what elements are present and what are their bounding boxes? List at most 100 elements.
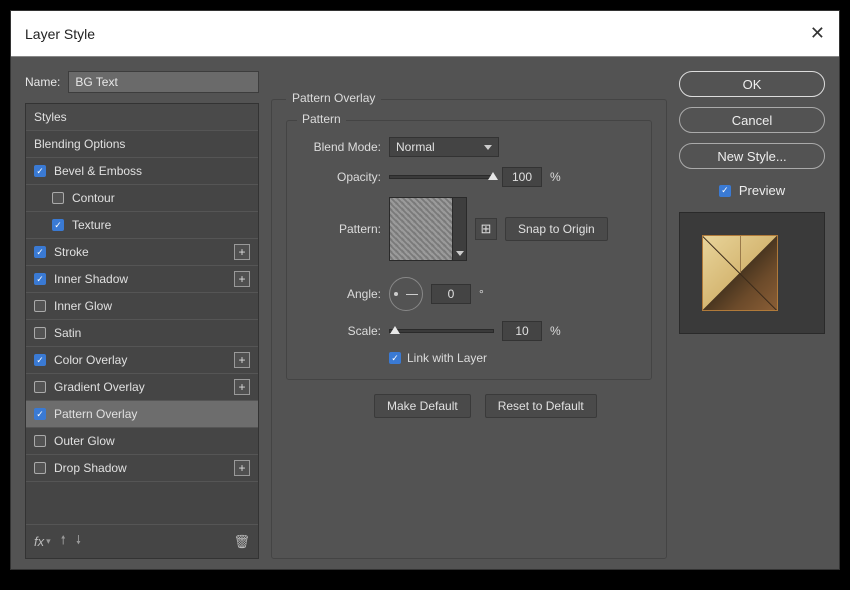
preview-checkbox[interactable] — [719, 185, 731, 197]
style-row-bevel-emboss[interactable]: Bevel & Emboss — [26, 158, 258, 185]
style-label: Drop Shadow — [54, 461, 127, 475]
snap-to-origin-button[interactable]: Snap to Origin — [505, 217, 608, 241]
style-checkbox[interactable] — [34, 462, 46, 474]
styles-header-row[interactable]: Styles — [26, 104, 258, 131]
preview-thumbnail — [702, 235, 778, 311]
style-row-texture[interactable]: Texture — [26, 212, 258, 239]
opacity-unit: % — [550, 170, 561, 184]
styles-spacer — [26, 482, 258, 524]
styles-list: Styles Blending Options Bevel & Emboss Con… — [25, 103, 259, 559]
name-row: Name: — [25, 71, 259, 93]
scale-label: Scale: — [301, 324, 381, 338]
move-up-icon[interactable]: 🠕 — [61, 531, 66, 552]
style-row-inner-glow[interactable]: Inner Glow — [26, 293, 258, 320]
opacity-input[interactable] — [502, 167, 542, 187]
reset-default-button[interactable]: Reset to Default — [485, 394, 597, 418]
add-effect-icon[interactable]: + — [234, 244, 250, 260]
scale-slider[interactable] — [389, 329, 494, 333]
link-label: Link with Layer — [407, 351, 487, 365]
link-checkbox[interactable] — [389, 352, 401, 364]
angle-label: Angle: — [301, 287, 381, 301]
fx-menu-icon[interactable]: ▾ — [46, 536, 51, 547]
pattern-picker-icon[interactable] — [453, 197, 467, 261]
name-label: Name: — [25, 75, 60, 89]
style-checkbox[interactable] — [34, 165, 46, 177]
close-icon[interactable]: ✕ — [810, 23, 825, 44]
style-label: Inner Shadow — [54, 272, 128, 286]
dialog-title: Layer Style — [25, 26, 95, 42]
add-effect-icon[interactable]: + — [234, 352, 250, 368]
style-checkbox[interactable] — [34, 435, 46, 447]
style-row-color-overlay[interactable]: Color Overlay+ — [26, 347, 258, 374]
style-row-pattern-overlay[interactable]: Pattern Overlay — [26, 401, 258, 428]
styles-header-label: Styles — [34, 110, 67, 124]
default-buttons-row: Make Default Reset to Default — [374, 394, 652, 418]
pattern-label: Pattern: — [301, 222, 381, 236]
angle-row: Angle: ° — [301, 277, 637, 311]
style-checkbox[interactable] — [34, 327, 46, 339]
fx-icon[interactable]: fx — [34, 534, 44, 549]
opacity-label: Opacity: — [301, 170, 381, 184]
opacity-slider[interactable] — [389, 175, 494, 179]
style-row-stroke[interactable]: Stroke + — [26, 239, 258, 266]
blend-mode-select[interactable]: Normal — [389, 137, 499, 157]
settings-panel: Pattern Overlay Pattern Blend Mode: Norm… — [271, 99, 667, 559]
style-checkbox[interactable] — [34, 273, 46, 285]
titlebar: Layer Style ✕ — [11, 11, 839, 57]
angle-unit: ° — [479, 287, 484, 301]
make-default-button[interactable]: Make Default — [374, 394, 471, 418]
new-preset-button[interactable]: ⊞ — [475, 218, 497, 240]
style-row-blending-options[interactable]: Blending Options — [26, 131, 258, 158]
add-effect-icon[interactable]: + — [234, 379, 250, 395]
preview-label: Preview — [739, 183, 785, 198]
style-checkbox[interactable] — [52, 192, 64, 204]
style-label: Texture — [72, 218, 111, 232]
style-row-inner-shadow[interactable]: Inner Shadow + — [26, 266, 258, 293]
style-label: Blending Options — [34, 137, 125, 151]
style-label: Satin — [54, 326, 81, 340]
opacity-row: Opacity: % — [301, 167, 637, 187]
pattern-fieldset: Pattern Blend Mode: Normal Opacity: % Pa… — [286, 120, 652, 380]
style-label: Contour — [72, 191, 115, 205]
scale-unit: % — [550, 324, 561, 338]
style-checkbox[interactable] — [34, 246, 46, 258]
blend-mode-value: Normal — [396, 140, 435, 154]
style-checkbox[interactable] — [34, 300, 46, 312]
style-label: Stroke — [54, 245, 89, 259]
add-effect-icon[interactable]: + — [234, 271, 250, 287]
panel-title: Pattern Overlay — [286, 91, 381, 105]
angle-dial[interactable] — [389, 277, 423, 311]
pattern-row: Pattern: ⊞ Snap to Origin — [301, 197, 637, 261]
right-column: OK Cancel New Style... Preview — [679, 71, 825, 559]
fieldset-title: Pattern — [297, 112, 346, 126]
left-column: Name: Styles Blending Options Bevel & Emb… — [25, 71, 259, 559]
style-checkbox[interactable] — [52, 219, 64, 231]
name-input[interactable] — [68, 71, 259, 93]
trash-icon[interactable]: 🗑 — [233, 534, 250, 550]
style-row-outer-glow[interactable]: Outer Glow — [26, 428, 258, 455]
dialog-content: Name: Styles Blending Options Bevel & Emb… — [11, 57, 839, 569]
style-label: Outer Glow — [54, 434, 115, 448]
style-checkbox[interactable] — [34, 408, 46, 420]
blend-mode-row: Blend Mode: Normal — [301, 137, 637, 157]
cancel-button[interactable]: Cancel — [679, 107, 825, 133]
scale-input[interactable] — [502, 321, 542, 341]
style-label: Inner Glow — [54, 299, 112, 313]
pattern-swatch[interactable] — [389, 197, 453, 261]
style-row-drop-shadow[interactable]: Drop Shadow + — [26, 455, 258, 482]
angle-input[interactable] — [431, 284, 471, 304]
style-checkbox[interactable] — [34, 354, 46, 366]
layer-style-dialog: Layer Style ✕ Name: Styles Blending Opti… — [10, 10, 840, 570]
style-row-contour[interactable]: Contour — [26, 185, 258, 212]
style-row-gradient-overlay[interactable]: Gradient Overlay+ — [26, 374, 258, 401]
add-effect-icon[interactable]: + — [234, 460, 250, 476]
plus-icon: ⊞ — [481, 221, 492, 237]
styles-footer: fx ▾ 🠕 🠗 🗑 — [26, 524, 258, 558]
style-checkbox[interactable] — [34, 381, 46, 393]
preview-box — [679, 212, 825, 334]
blend-mode-label: Blend Mode: — [301, 140, 381, 154]
ok-button[interactable]: OK — [679, 71, 825, 97]
style-row-satin[interactable]: Satin — [26, 320, 258, 347]
move-down-icon[interactable]: 🠗 — [76, 531, 81, 552]
new-style-button[interactable]: New Style... — [679, 143, 825, 169]
